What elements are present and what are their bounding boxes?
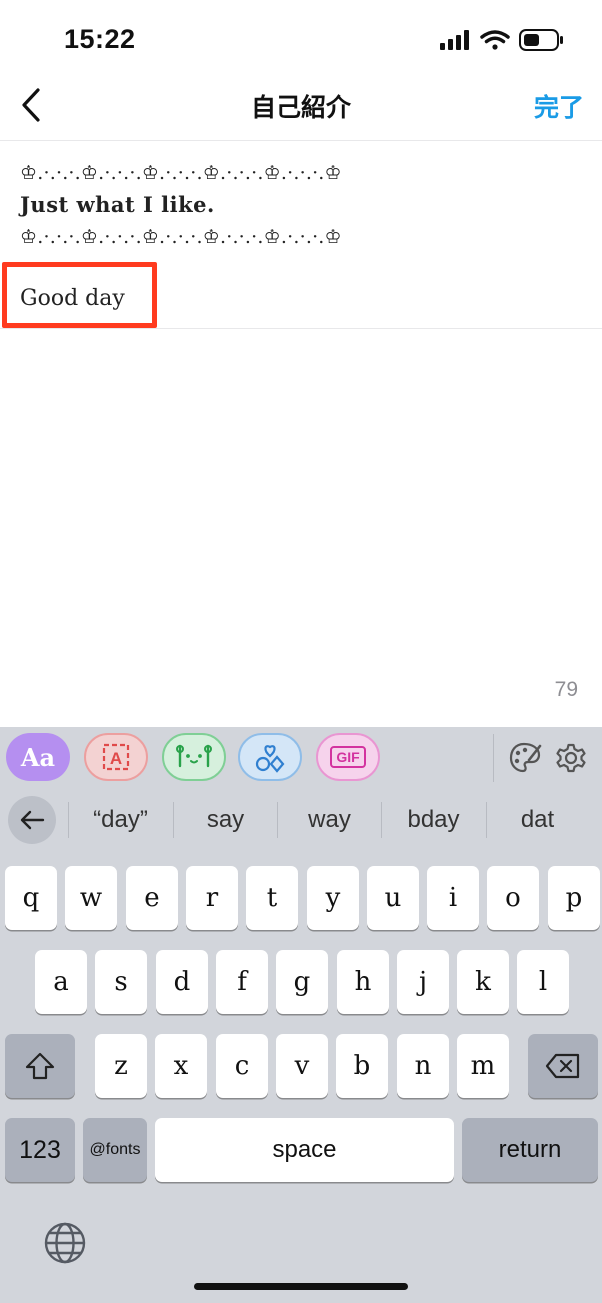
highlight-box bbox=[2, 262, 157, 328]
svg-text:A: A bbox=[110, 749, 122, 768]
key-r[interactable]: r bbox=[186, 866, 238, 930]
suggestion-1[interactable]: “day” bbox=[69, 800, 172, 840]
key-i[interactable]: i bbox=[427, 866, 479, 930]
key-v[interactable]: v bbox=[276, 1034, 328, 1098]
key-b[interactable]: b bbox=[336, 1034, 388, 1098]
key-n[interactable]: n bbox=[397, 1034, 449, 1098]
key-z[interactable]: z bbox=[95, 1034, 147, 1098]
globe-icon bbox=[44, 1222, 86, 1264]
kaomoji-icon bbox=[176, 744, 212, 768]
back-button[interactable] bbox=[14, 84, 54, 128]
toolbar-divider bbox=[493, 734, 494, 782]
key-row-3: zxcvbnm bbox=[0, 1034, 602, 1098]
key-k[interactable]: k bbox=[457, 950, 509, 1014]
kaomoji-button[interactable] bbox=[162, 733, 226, 781]
key-x[interactable]: x bbox=[155, 1034, 207, 1098]
bio-line-deco-top: ♔.·.·.·.♔.·.·.·.♔.·.·.·.♔.·.·.·.♔.·.·.·.… bbox=[20, 162, 342, 184]
key-row-1: qwertyuiop bbox=[0, 866, 602, 930]
key-c[interactable]: c bbox=[216, 1034, 268, 1098]
home-indicator bbox=[194, 1283, 408, 1290]
text-frame-icon: A bbox=[102, 743, 130, 771]
key-w[interactable]: w bbox=[65, 866, 117, 930]
shift-key[interactable] bbox=[5, 1034, 75, 1098]
key-s[interactable]: s bbox=[95, 950, 147, 1014]
key-p[interactable]: p bbox=[548, 866, 600, 930]
key-j[interactable]: j bbox=[397, 950, 449, 1014]
key-y[interactable]: y bbox=[307, 866, 359, 930]
settings-button[interactable] bbox=[554, 740, 588, 776]
bio-line-deco-bottom: ♔.·.·.·.♔.·.·.·.♔.·.·.·.♔.·.·.·.♔.·.·.·.… bbox=[20, 226, 342, 248]
settings-gear-icon bbox=[556, 743, 586, 773]
key-f[interactable]: f bbox=[216, 950, 268, 1014]
shift-icon bbox=[25, 1052, 55, 1080]
globe-button[interactable] bbox=[42, 1220, 88, 1266]
return-key[interactable]: return bbox=[462, 1118, 598, 1182]
palette-icon bbox=[509, 742, 542, 773]
status-time: 15:22 bbox=[64, 24, 136, 54]
gif-icon: GIF bbox=[330, 746, 366, 768]
backspace-icon bbox=[545, 1053, 580, 1079]
key-t[interactable]: t bbox=[246, 866, 298, 930]
wifi-icon bbox=[480, 30, 510, 50]
suggestion-4[interactable]: bday bbox=[382, 800, 485, 840]
key-d[interactable]: d bbox=[156, 950, 208, 1014]
cellular-signal-icon bbox=[440, 30, 469, 50]
key-u[interactable]: u bbox=[367, 866, 419, 930]
done-button[interactable]: 完了 bbox=[534, 88, 584, 124]
key-o[interactable]: o bbox=[487, 866, 539, 930]
key-e[interactable]: e bbox=[126, 866, 178, 930]
key-row-2: asdfghjkl bbox=[0, 950, 602, 1014]
suggestion-3[interactable]: way bbox=[278, 800, 381, 840]
battery-icon bbox=[519, 29, 563, 51]
palette-button[interactable] bbox=[508, 740, 542, 776]
key-g[interactable]: g bbox=[276, 950, 328, 1014]
fonts-key[interactable]: @fonts bbox=[83, 1118, 147, 1182]
symbols-button[interactable] bbox=[238, 733, 302, 781]
chevron-left-icon bbox=[22, 88, 40, 122]
character-count: 79 bbox=[554, 678, 578, 701]
symbols-icon bbox=[255, 745, 285, 773]
status-icons bbox=[438, 26, 568, 56]
bio-line-title: Just what I like. bbox=[20, 192, 215, 217]
suggestion-2[interactable]: say bbox=[174, 800, 277, 840]
numbers-key[interactable]: 123 bbox=[5, 1118, 75, 1182]
key-l[interactable]: l bbox=[517, 950, 569, 1014]
key-q[interactable]: q bbox=[5, 866, 57, 930]
page-title: 自己紹介 bbox=[250, 94, 351, 122]
arrow-left-icon bbox=[20, 810, 45, 830]
delete-key[interactable] bbox=[528, 1034, 598, 1098]
header-divider bbox=[0, 140, 602, 141]
text-divider bbox=[0, 328, 602, 329]
suggestion-5[interactable]: dat bbox=[487, 800, 588, 840]
key-m[interactable]: m bbox=[457, 1034, 509, 1098]
key-a[interactable]: a bbox=[35, 950, 87, 1014]
gif-button[interactable]: GIF bbox=[316, 733, 380, 781]
text-frame-button[interactable]: A bbox=[84, 733, 148, 781]
font-style-button[interactable]: Aa bbox=[6, 733, 70, 781]
key-h[interactable]: h bbox=[337, 950, 389, 1014]
font-style-icon: Aa bbox=[20, 742, 56, 772]
suggestion-back-button[interactable] bbox=[8, 796, 56, 844]
space-key[interactable]: space bbox=[155, 1118, 454, 1182]
